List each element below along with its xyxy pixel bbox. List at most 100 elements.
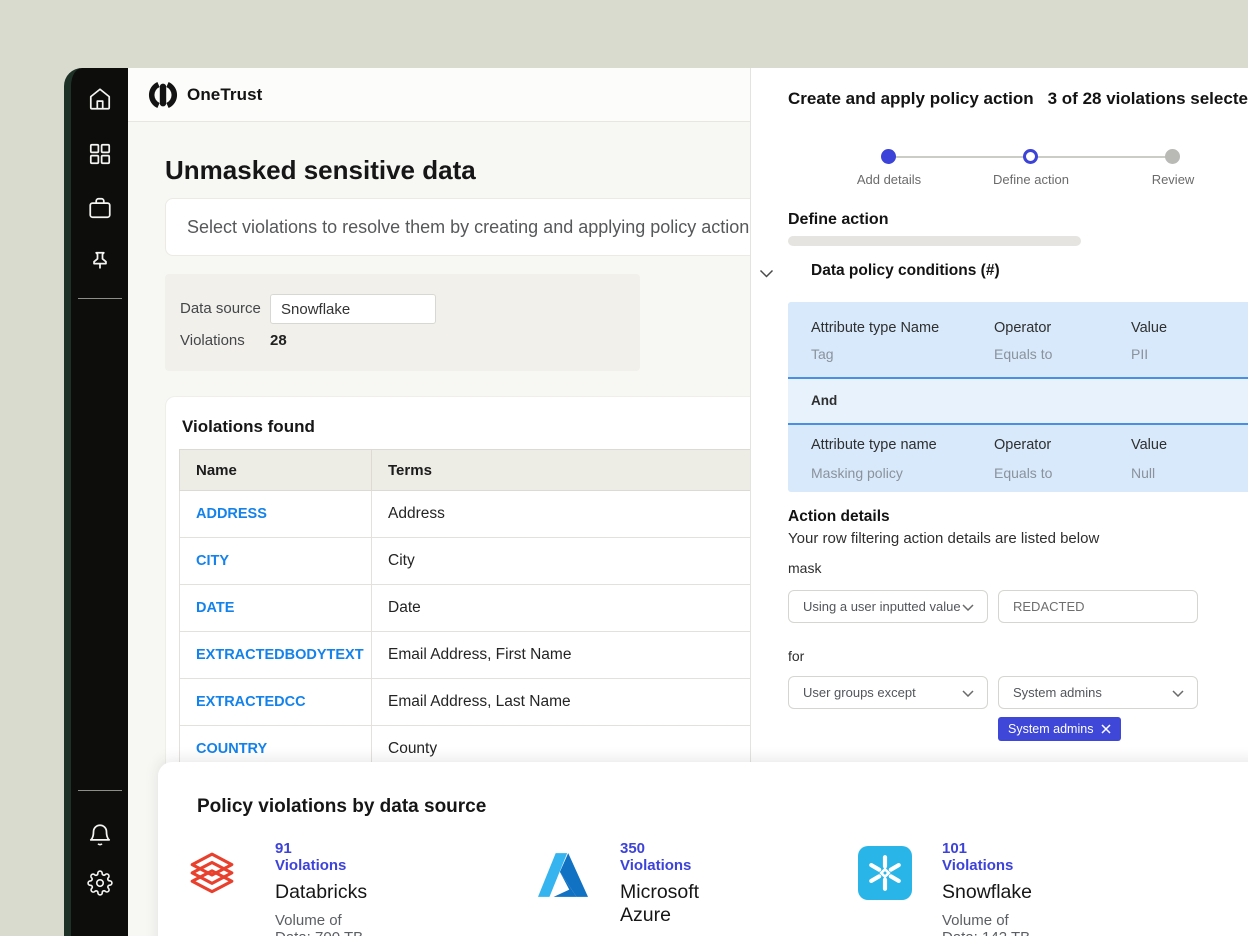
violation-name-link[interactable]: EXTRACTEDBODYTEXT [196,647,364,663]
operator-label: Operator [994,437,1051,453]
connector-label: And [811,393,837,408]
selected-group-chip[interactable]: System admins [998,717,1121,741]
briefcase-icon[interactable] [87,195,113,221]
summary-box: Data source Violations 28 [165,274,640,371]
mask-label: mask [788,560,821,576]
for-scope-select[interactable]: User groups except [788,676,988,709]
step-dot-add-details[interactable] [881,149,896,164]
mask-method-select[interactable]: Using a user inputted value [788,590,988,623]
instruction-banner: Select violations to resolve them by cre… [165,198,750,256]
violation-name-link[interactable]: ADDRESS [196,506,267,522]
violation-name-link[interactable]: CITY [196,553,229,569]
mask-method-value: Using a user inputted value [803,599,961,614]
column-header-terms: Terms [372,450,751,491]
conditions-section-title: Data policy conditions (#) [811,262,1000,280]
selection-summary: 3 of 28 violations selected [1048,89,1248,109]
table-row[interactable]: EXTRACTEDCC Email Address, Last Name [180,679,751,726]
pin-icon[interactable] [87,249,113,275]
source-name: Databricks [275,881,367,904]
attr-type-value: Masking policy [811,465,903,481]
condition-row: Attribute type Name Operator Value Tag E… [788,302,1248,379]
page-title: Unmasked sensitive data [165,155,476,186]
for-scope-value: User groups except [803,685,916,700]
value-label: Value [1131,320,1167,336]
violation-terms: Date [372,585,751,632]
onetrust-logo-icon [148,80,178,110]
panel-title-row: Create and apply policy action 3 of 28 v… [788,89,1248,109]
gear-icon[interactable] [87,870,113,896]
step-label-define-action: Define action [966,172,1096,187]
operator-label: Operator [994,320,1051,336]
table-row[interactable]: ADDRESS Address [180,491,751,538]
bell-icon[interactable] [87,822,113,848]
data-source-label: Data source [180,300,261,317]
step-dot-review[interactable] [1165,149,1180,164]
violations-count-link[interactable]: 91 Violations [275,840,367,874]
app-sidebar [64,68,128,936]
violations-table: Name Terms ADDRESS Address CITY City DAT… [179,449,750,773]
violation-name-link[interactable]: DATE [196,600,234,616]
close-icon[interactable] [1101,724,1111,734]
for-group-select[interactable]: System admins [998,676,1198,709]
data-policy-conditions-card: Attribute type Name Operator Value Tag E… [788,302,1248,492]
step-label-review: Review [1108,172,1238,187]
violation-terms: Email Address, Last Name [372,679,751,726]
step-dot-define-action[interactable] [1023,149,1038,164]
action-details-heading: Action details [788,508,890,526]
value-label: Value [1131,437,1167,453]
violation-terms: Email Address, First Name [372,632,751,679]
source-name: Snowflake [942,881,1032,904]
snowflake-icon [858,846,908,900]
brand-name: OneTrust [187,85,262,105]
chevron-down-icon[interactable] [759,269,774,278]
chevron-down-icon [962,690,974,697]
violation-terms: Address [372,491,751,538]
onetrust-logo[interactable]: OneTrust [148,80,262,110]
violation-terms: City [372,538,751,585]
value-value: Null [1131,465,1155,481]
source-volume: Volume of Data: 142 TB [942,912,1032,936]
condition-row: Attribute type name Operator Value Maski… [788,425,1248,492]
for-group-value: System admins [1013,685,1102,700]
chevron-down-icon [962,604,974,611]
data-source-input[interactable] [270,294,436,324]
chevron-down-icon [1172,690,1184,697]
mask-value-input[interactable] [998,590,1198,623]
panel-title: Create and apply policy action [788,89,1034,109]
violations-count: 28 [270,332,287,349]
attr-type-label: Attribute type name [811,437,937,453]
condition-connector-row: And [788,379,1248,425]
violations-count-link[interactable]: 101 Violations [942,840,1032,874]
for-label: for [788,648,804,664]
sidebar-divider-top [78,298,122,299]
violation-name-link[interactable]: COUNTRY [196,741,267,757]
violations-label: Violations [180,332,245,349]
table-row[interactable]: CITY City [180,538,751,585]
attr-type-value: Tag [811,346,834,362]
violations-count-link[interactable]: 350 Violations [620,840,699,874]
step-label-add-details: Add details [824,172,954,187]
violation-name-link[interactable]: EXTRACTEDCC [196,694,306,710]
app-window: OneTrust Unmasked sensitive data Select … [0,0,1248,936]
attr-type-label: Attribute type Name [811,320,939,336]
operator-value: Equals to [994,465,1052,481]
source-volume: Volume of Data: 700 TB [275,912,367,936]
violations-card-title: Violations found [182,417,315,437]
policy-violations-title: Policy violations by data source [197,796,486,818]
policy-violations-card: Policy violations by data source 91 Viol… [158,762,1248,936]
app-header: OneTrust [128,68,750,122]
chip-label: System admins [1008,722,1093,736]
table-row[interactable]: EXTRACTEDBODYTEXT Email Address, First N… [180,632,751,679]
value-value: PII [1131,346,1148,362]
operator-value: Equals to [994,346,1052,362]
table-row[interactable]: DATE Date [180,585,751,632]
source-name: Microsoft Azure [620,881,699,927]
table-header-row: Name Terms [180,450,751,491]
databricks-icon [187,848,237,902]
define-action-heading: Define action [788,211,888,229]
home-icon[interactable] [87,86,113,112]
apps-grid-icon[interactable] [87,141,113,167]
loading-skeleton-bar [788,236,1081,246]
sidebar-divider-bottom [78,790,122,791]
action-details-description: Your row filtering action details are li… [788,530,1099,547]
